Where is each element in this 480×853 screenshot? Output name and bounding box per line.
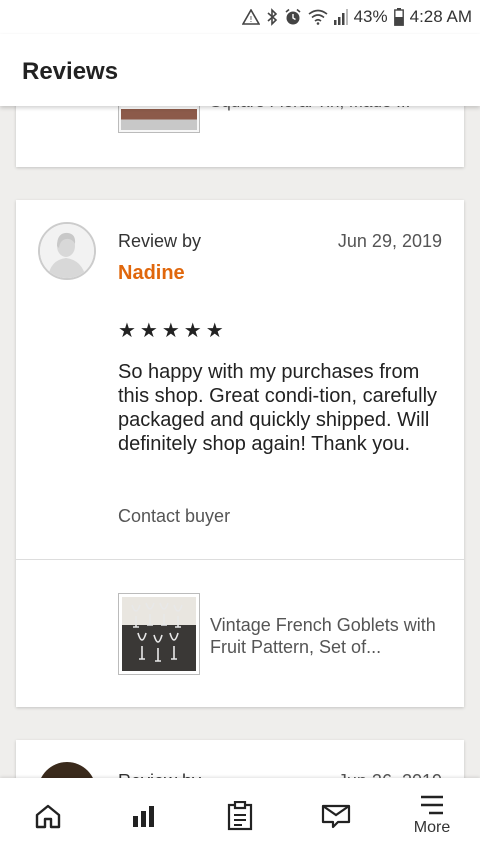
review-card: Review by Nadine Jun 29, 2019 ★★★★★ So h… [16, 200, 464, 707]
svg-text:!: ! [249, 15, 252, 24]
review-by-label: Review by [118, 231, 202, 251]
nav-home[interactable] [0, 778, 96, 853]
product-title[interactable]: Vintage French Goblets with Fruit Patter… [210, 614, 450, 658]
review-text: So happy with my purchases from this sho… [118, 361, 438, 455]
bottom-nav: More [0, 778, 480, 853]
nav-more-label: More [413, 818, 451, 836]
battery-icon [393, 8, 404, 26]
menu-icon [419, 795, 445, 815]
product-thumbnail[interactable] [118, 593, 200, 675]
alarm-icon [284, 8, 302, 26]
signal-icon [333, 9, 348, 25]
contact-buyer-link[interactable]: Contact buyer [118, 506, 230, 527]
status-bar: ! 43% 4:28 AM [0, 0, 480, 34]
messages-icon [321, 803, 351, 829]
nav-more[interactable]: More [384, 778, 480, 853]
nav-orders[interactable] [192, 778, 288, 853]
warning-icon: ! [241, 9, 260, 25]
nav-stats[interactable] [96, 778, 192, 853]
home-icon [34, 802, 62, 830]
clock-time: 4:28 AM [409, 7, 472, 26]
bluetooth-icon [266, 8, 278, 26]
app-bar: Reviews [0, 34, 480, 106]
review-date: Jun 29, 2019 [337, 231, 442, 251]
star-rating: ★★★★★ [118, 320, 228, 342]
wifi-icon [308, 9, 328, 25]
stats-icon [131, 804, 157, 828]
battery-percent: 43% [353, 7, 388, 26]
reviewer-name[interactable]: Nadine [118, 262, 185, 285]
page-title: Reviews [22, 58, 119, 85]
divider [16, 559, 464, 560]
orders-icon [227, 800, 253, 831]
avatar[interactable] [38, 222, 96, 280]
nav-messages[interactable] [288, 778, 384, 853]
